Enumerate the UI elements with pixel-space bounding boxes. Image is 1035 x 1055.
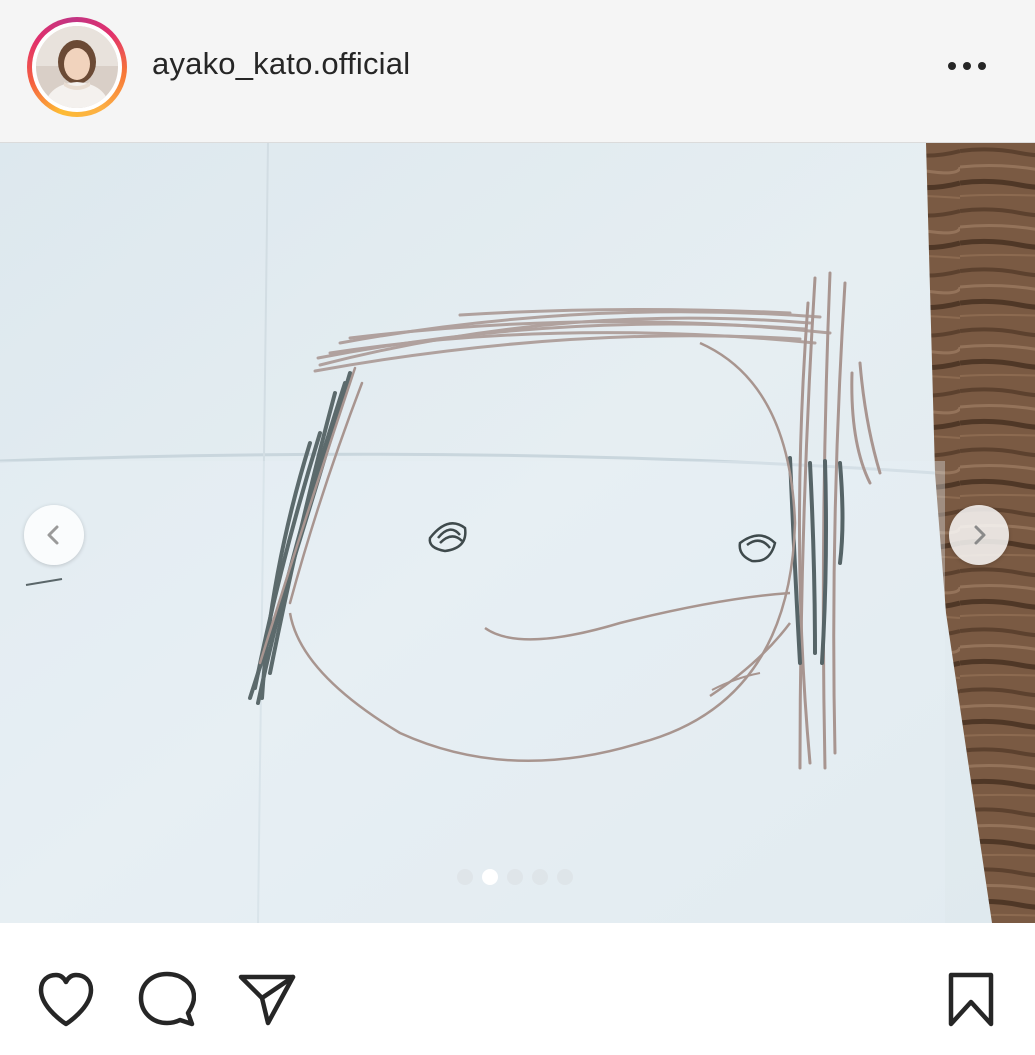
carousel-dot [532, 869, 548, 885]
carousel-indicator [457, 868, 573, 886]
drawing-image [0, 143, 1035, 923]
carousel-dot [457, 869, 473, 885]
carousel-dot [507, 869, 523, 885]
share-button[interactable] [236, 969, 298, 1031]
previous-slide-button[interactable] [24, 505, 84, 565]
carousel-dot [557, 869, 573, 885]
like-button[interactable] [35, 969, 97, 1031]
avatar[interactable] [36, 26, 118, 108]
post-header: ayako_kato.official [0, 0, 1035, 143]
save-button[interactable] [940, 969, 1002, 1031]
chevron-left-icon [47, 525, 59, 545]
comment-icon [138, 971, 196, 1027]
more-horizontal-icon [948, 62, 986, 70]
bookmark-icon [948, 972, 994, 1027]
next-slide-button[interactable] [949, 505, 1009, 565]
action-bar [0, 923, 1035, 1055]
comment-button[interactable] [136, 969, 198, 1031]
heart-icon [38, 972, 94, 1027]
post-photo[interactable] [0, 143, 1035, 923]
story-ring[interactable] [27, 17, 127, 117]
username[interactable]: ayako_kato.official [152, 46, 410, 82]
carousel-dot [482, 869, 498, 885]
more-options-button[interactable] [940, 48, 994, 84]
paper-plane-icon [238, 974, 296, 1026]
chevron-right-icon [974, 525, 986, 545]
